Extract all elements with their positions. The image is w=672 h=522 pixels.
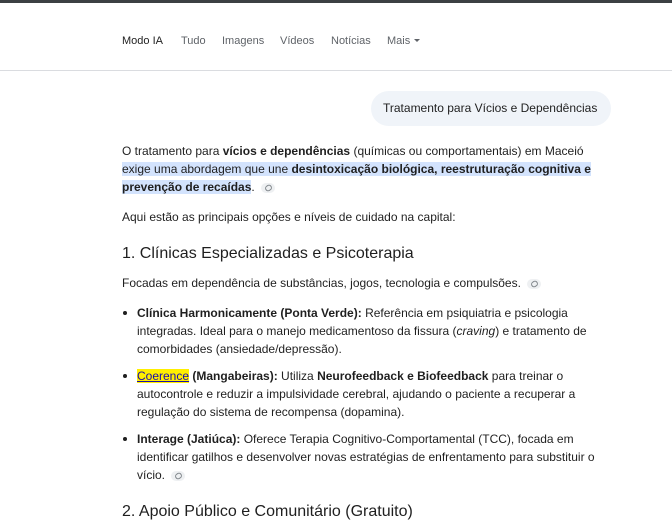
intro-period: . (251, 180, 255, 194)
options-paragraph: Aqui estão as principais opções e níveis… (122, 210, 456, 224)
list-item: Coerence (Mangabeiras): Utiliza Neurofee… (122, 367, 614, 421)
link-icon[interactable] (527, 278, 542, 289)
clinic-desc-italic: craving (456, 324, 496, 338)
section-heading-2: 2. Apoio Público e Comunitário (Gratuito… (122, 503, 413, 520)
clinic-link[interactable]: Coerence (137, 369, 190, 383)
tab-mais-label: Mais (387, 35, 411, 47)
link-icon[interactable] (171, 470, 186, 481)
tab-mais[interactable]: Mais (387, 35, 421, 48)
section-lead: Focadas em dependência de substâncias, j… (122, 274, 614, 292)
intro-text: O tratamento para (122, 144, 223, 158)
clinic-list: Clínica Harmonicamente (Ponta Verde): Re… (122, 304, 614, 493)
tab-noticias[interactable]: Notícias (331, 35, 371, 48)
clinic-desc: Utiliza (277, 369, 318, 383)
clinic-name: Interage (Jatiúca): (137, 432, 241, 446)
search-tabs-bar: Modo IA Tudo Imagens Vídeos Notícias Mai… (0, 3, 672, 71)
section-lead-text: Focadas em dependência de substâncias, j… (122, 276, 521, 290)
intro-text-2: (químicas ou comportamentais) em Maceió (350, 144, 584, 158)
clinic-name: Clínica Harmonicamente (Ponta Verde): (137, 306, 362, 320)
clinic-desc-bold: Neurofeedback e Biofeedback (317, 369, 489, 383)
intro-bold: vícios e dependências (222, 144, 351, 158)
tab-imagens[interactable]: Imagens (222, 35, 264, 48)
list-item: Interage (Jatiúca): Oferece Terapia Cogn… (122, 430, 614, 484)
chevron-down-icon (414, 38, 421, 42)
tab-modo-ia[interactable]: Modo IA (122, 35, 163, 48)
intro-highlight: exige uma abordagem que une (122, 162, 292, 176)
link-icon[interactable] (261, 182, 276, 193)
tab-tudo[interactable]: Tudo (181, 35, 206, 48)
tab-videos[interactable]: Vídeos (280, 35, 314, 48)
user-query-bubble: Tratamento para Vícios e Dependências (371, 91, 611, 126)
clinic-name: (Mangabeiras): (189, 369, 278, 383)
section-heading: 1. Clínicas Especializadas e Psicoterapi… (122, 245, 414, 262)
list-item: Clínica Harmonicamente (Ponta Verde): Re… (122, 304, 614, 358)
intro-paragraph: O tratamento para vícios e dependências … (122, 142, 614, 196)
